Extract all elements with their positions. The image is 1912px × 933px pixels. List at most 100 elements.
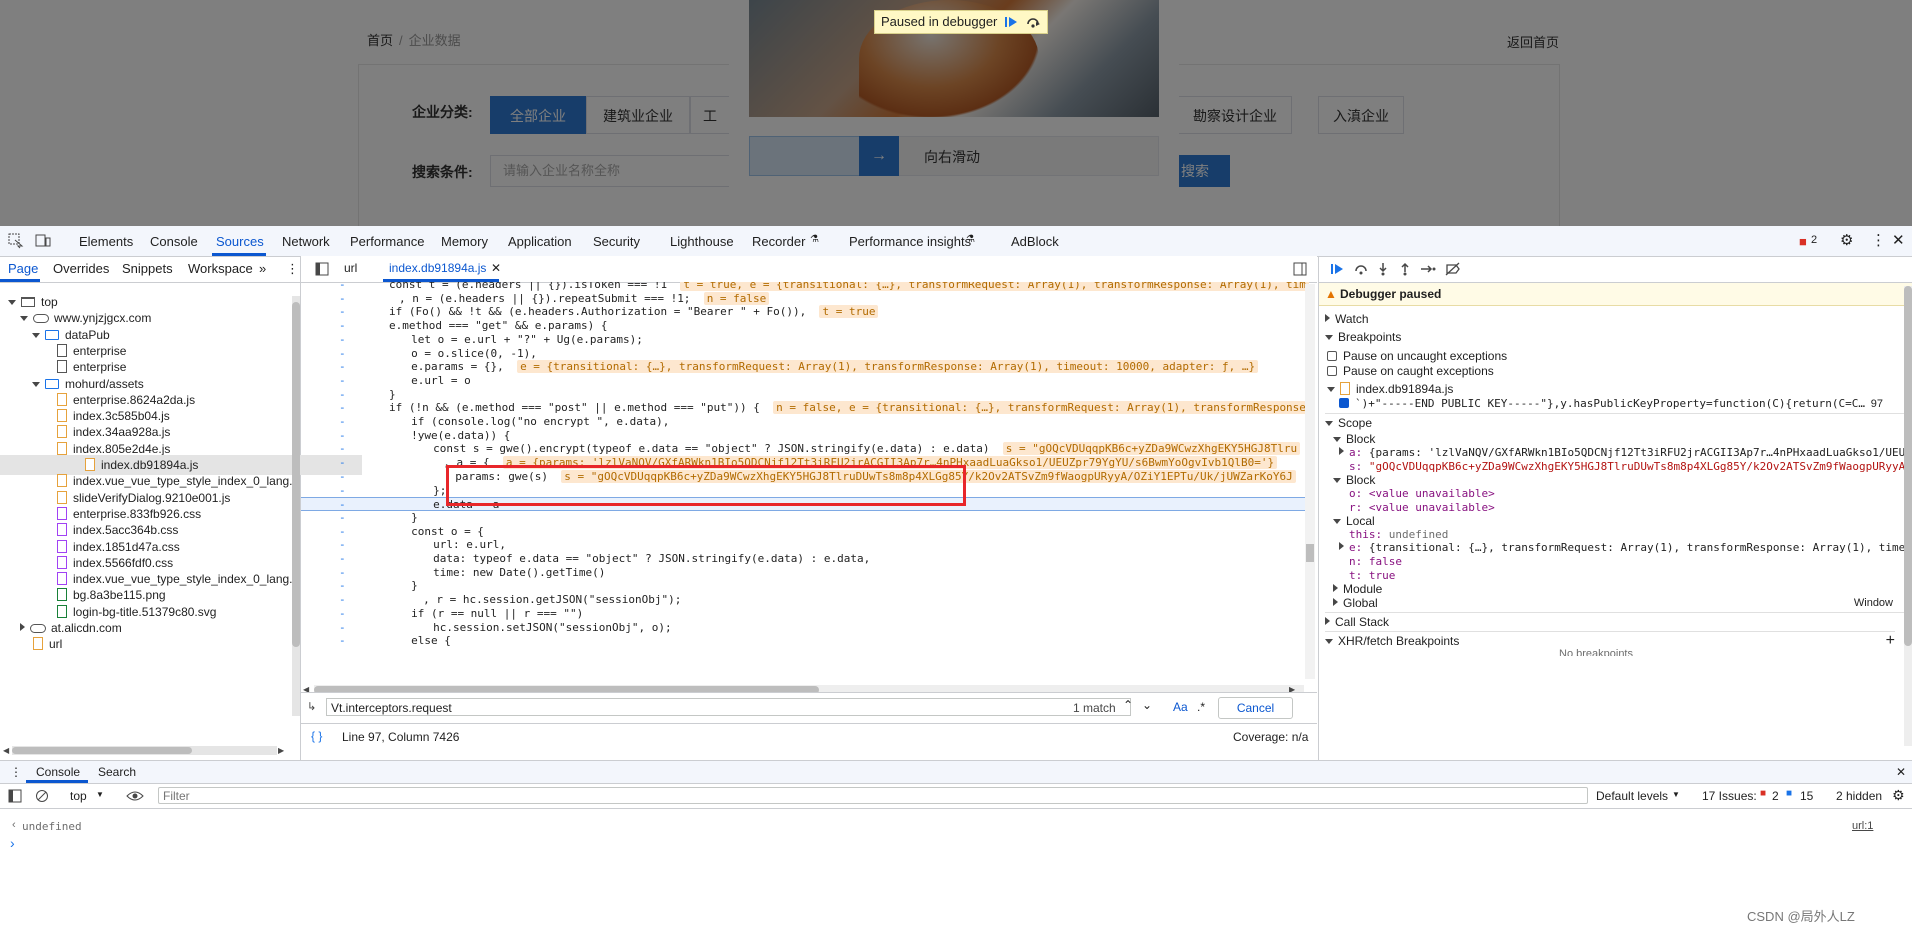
- inspect-element-icon[interactable]: [8, 233, 24, 249]
- issues-error-count[interactable]: 2: [1772, 789, 1779, 803]
- tab-lighthouse[interactable]: Lighthouse: [670, 234, 734, 249]
- console-settings-gear-icon[interactable]: ⚙: [1892, 787, 1905, 804]
- context-select[interactable]: top: [70, 789, 87, 803]
- code-line[interactable]: - , n = (e.headers || {}).repeatSubmit =…: [301, 291, 1311, 306]
- breakpoint-entry[interactable]: `)+"-----END PUBLIC KEY-----"},y.hasPubl…: [1339, 395, 1895, 413]
- watch-section[interactable]: Watch: [1325, 310, 1905, 328]
- settings-gear-icon[interactable]: ⚙: [1840, 231, 1853, 249]
- tab-memory[interactable]: Memory: [441, 234, 488, 249]
- live-expression-eye-icon[interactable]: [126, 790, 144, 802]
- line-gutter-marker[interactable]: -: [339, 374, 346, 388]
- scroll-left-icon[interactable]: ◀: [3, 746, 9, 755]
- line-gutter-marker[interactable]: -: [339, 525, 346, 539]
- console-filter-input[interactable]: Filter: [158, 787, 1588, 804]
- drawer-tab-console[interactable]: Console: [36, 765, 80, 779]
- more-vertical-icon[interactable]: ⋮: [286, 261, 299, 277]
- line-gutter-marker[interactable]: -: [339, 566, 346, 580]
- inline-value[interactable]: e = {transitional: {…}, transformRequest…: [517, 360, 1259, 374]
- find-input[interactable]: Vt.interceptors.request: [326, 698, 1131, 716]
- code-line[interactable]: - }: [301, 579, 1311, 593]
- line-gutter-marker[interactable]: -: [339, 319, 346, 333]
- more-tabs-icon[interactable]: »: [259, 261, 266, 276]
- line-gutter-marker[interactable]: -: [339, 634, 346, 648]
- editor-tab-index-js[interactable]: index.db91894a.js: [389, 261, 486, 275]
- line-gutter-marker[interactable]: -: [339, 292, 346, 306]
- code-line[interactable]: - else {: [301, 634, 1311, 648]
- nav-tab-workspace[interactable]: Workspace: [188, 261, 253, 276]
- breakpoint-checkbox[interactable]: [1339, 398, 1349, 408]
- line-gutter-marker[interactable]: -: [339, 429, 346, 443]
- issues-label[interactable]: 17 Issues:: [1702, 789, 1757, 803]
- line-gutter-marker[interactable]: -: [339, 470, 346, 484]
- line-gutter-marker[interactable]: -: [339, 621, 346, 635]
- find-prev-icon[interactable]: ⌃: [1123, 698, 1133, 712]
- scroll-right-icon[interactable]: ▶: [278, 746, 284, 755]
- code-line[interactable]: - e.params = {}, e = {transitional: {…},…: [301, 360, 1311, 374]
- code-line[interactable]: - e.method === "get" && e.params) {: [301, 319, 1311, 333]
- toggle-debugger-icon[interactable]: [1293, 262, 1307, 276]
- tab-performance[interactable]: Performance: [350, 234, 424, 249]
- deactivate-breakpoints-icon[interactable]: [1445, 262, 1461, 276]
- code-line[interactable]: - if (!n && (e.method === "post" || e.met…: [301, 401, 1311, 415]
- code-line[interactable]: - !ywe(e.data)) {: [301, 429, 1311, 443]
- line-gutter-marker[interactable]: -: [339, 593, 346, 607]
- nav-tab-page[interactable]: Page: [8, 261, 38, 276]
- line-gutter-marker[interactable]: -: [339, 511, 346, 525]
- code-line[interactable]: - e.url = o: [301, 374, 1311, 388]
- expanded-arrow-icon[interactable]: [32, 332, 40, 338]
- close-devtools-icon[interactable]: ✕: [1892, 231, 1905, 249]
- line-gutter-marker[interactable]: -: [339, 579, 346, 593]
- pause-caught-checkbox[interactable]: [1327, 366, 1337, 376]
- inline-value[interactable]: n = false, e = {transitional: {…}, trans…: [773, 401, 1309, 415]
- more-vertical-icon[interactable]: ⋮: [1871, 231, 1886, 249]
- scope-global[interactable]: Global Window: [1333, 594, 1893, 612]
- resume-icon[interactable]: [1329, 262, 1345, 276]
- pretty-print-icon[interactable]: { }: [311, 729, 322, 743]
- line-gutter-marker[interactable]: -: [339, 401, 346, 415]
- line-gutter-marker[interactable]: -: [339, 538, 346, 552]
- console-sidebar-icon[interactable]: [8, 789, 22, 803]
- code-line[interactable]: - hc.session.setJSON("sessionObj", o);: [301, 621, 1311, 635]
- step-out-icon[interactable]: [1397, 262, 1413, 276]
- pause-caught-row[interactable]: Pause on caught exceptions: [1327, 362, 1907, 380]
- close-drawer-icon[interactable]: ✕: [1896, 765, 1906, 779]
- line-gutter-marker[interactable]: -: [339, 388, 346, 402]
- call-stack-section[interactable]: Call Stack: [1325, 612, 1905, 631]
- code-line[interactable]: -}: [301, 388, 1311, 402]
- line-gutter-marker[interactable]: -: [339, 456, 346, 470]
- editor-tab-url[interactable]: url: [344, 261, 357, 275]
- tab-adblock[interactable]: AdBlock: [1011, 234, 1059, 249]
- error-count[interactable]: 2: [1811, 234, 1817, 246]
- code-line[interactable]: - if (console.log("no encrypt ", e.data)…: [301, 415, 1311, 429]
- expanded-arrow-icon[interactable]: [20, 316, 28, 322]
- tab-elements[interactable]: Elements: [79, 234, 133, 249]
- breakpoints-section[interactable]: Breakpoints: [1325, 328, 1905, 346]
- line-gutter-marker[interactable]: -: [339, 347, 346, 361]
- inline-value[interactable]: n = false: [703, 291, 770, 305]
- tree-item[interactable]: url: [20, 634, 62, 654]
- line-gutter-marker[interactable]: -: [339, 552, 346, 566]
- issues-info-count[interactable]: 15: [1800, 789, 1813, 803]
- line-gutter-marker[interactable]: -: [339, 415, 346, 429]
- device-toolbar-icon[interactable]: [34, 233, 52, 249]
- inline-value[interactable]: t = true: [819, 305, 879, 319]
- close-tab-icon[interactable]: ✕: [491, 261, 501, 275]
- code-line[interactable]: - time: new Date().getTime(): [301, 566, 1311, 580]
- code-line[interactable]: - data: typeof e.data == "object" ? JSON…: [301, 552, 1311, 566]
- line-gutter-marker[interactable]: -: [339, 360, 346, 374]
- line-gutter-marker[interactable]: -: [339, 282, 346, 292]
- step-over-icon[interactable]: [1025, 15, 1041, 29]
- inline-value[interactable]: s = "gOQcVDUqqpKB6c+yZDa9WCwzXhgEKY5HGJ8…: [1002, 442, 1301, 456]
- drawer-menu-icon[interactable]: ⋮: [10, 765, 22, 779]
- code-line[interactable]: - if (r == null || r === ""): [301, 607, 1311, 621]
- line-gutter-marker[interactable]: -: [339, 333, 346, 347]
- code-line[interactable]: - if (Fo() && !t && (e.headers.Authorizat…: [301, 305, 1311, 319]
- expanded-arrow-icon[interactable]: [32, 381, 40, 387]
- tab-application[interactable]: Application: [508, 234, 572, 249]
- debugger-scrollbar[interactable]: [1904, 286, 1912, 746]
- step-icon[interactable]: [1419, 262, 1437, 276]
- replace-toggle-icon[interactable]: ↳: [307, 700, 316, 713]
- editor-v-scrollbar[interactable]: [1305, 284, 1315, 679]
- pause-uncaught-checkbox[interactable]: [1327, 351, 1337, 361]
- line-gutter-marker[interactable]: -: [339, 484, 346, 498]
